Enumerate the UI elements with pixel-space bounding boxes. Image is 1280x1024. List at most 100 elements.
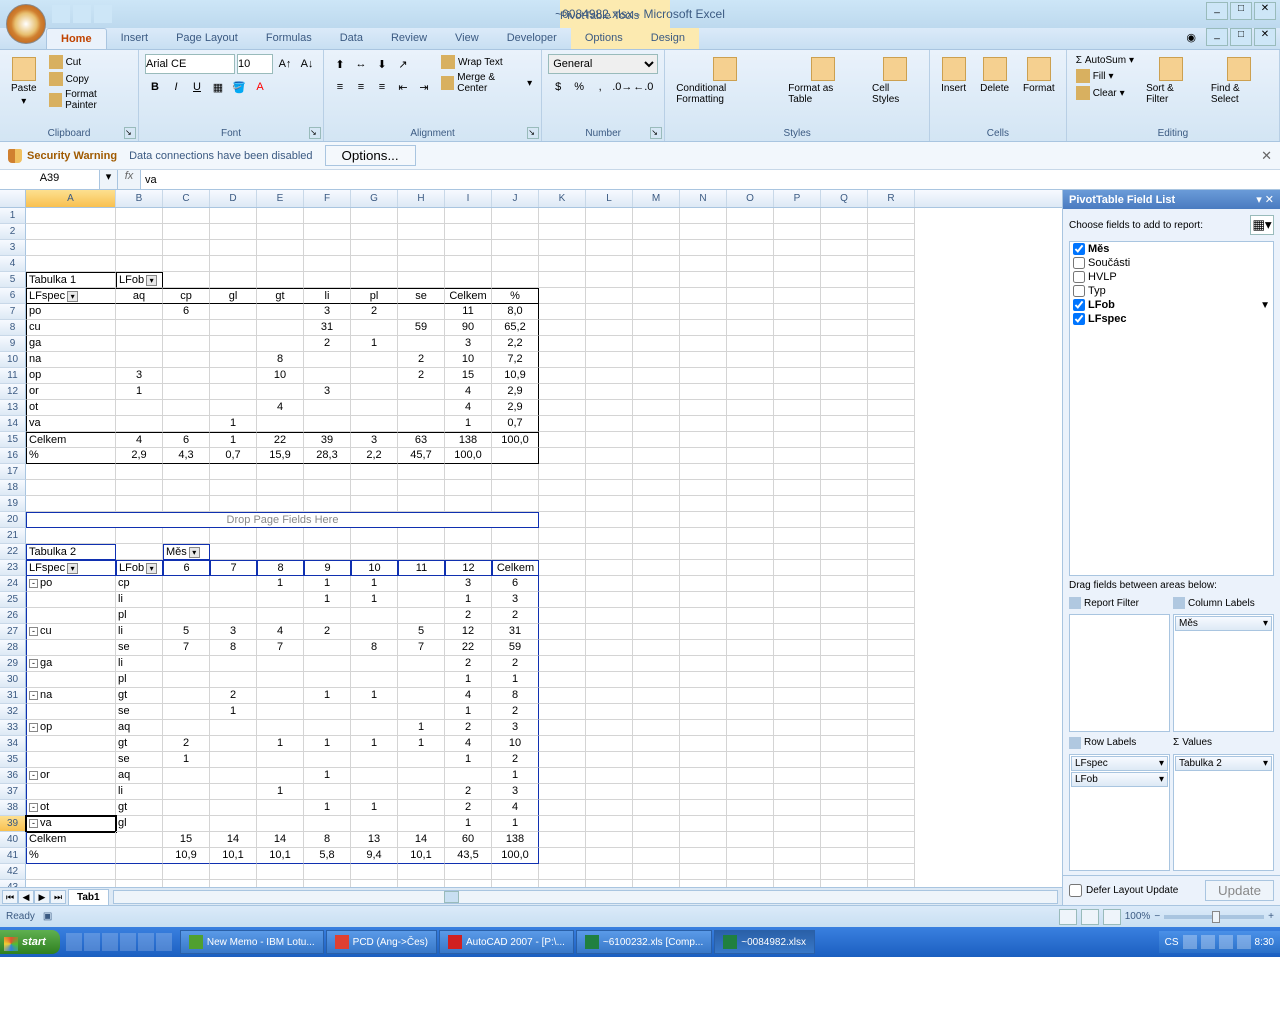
cell[interactable] [774, 400, 821, 416]
cell[interactable] [116, 496, 163, 512]
cell[interactable] [116, 304, 163, 320]
cell[interactable] [868, 560, 915, 576]
cell[interactable] [586, 576, 633, 592]
cell[interactable]: -or [26, 768, 116, 784]
cell[interactable] [633, 880, 680, 887]
cell[interactable]: 13 [351, 832, 398, 848]
col-header[interactable]: E [257, 190, 304, 207]
cell[interactable] [727, 400, 774, 416]
cell[interactable]: 15 [163, 832, 210, 848]
cell[interactable] [633, 544, 680, 560]
cell[interactable] [868, 464, 915, 480]
cell[interactable] [680, 464, 727, 480]
cell[interactable] [633, 688, 680, 704]
cell[interactable] [210, 464, 257, 480]
cell[interactable]: 1 [163, 752, 210, 768]
cell[interactable] [868, 608, 915, 624]
col-header[interactable]: Q [821, 190, 868, 207]
cell[interactable] [304, 816, 351, 832]
cell[interactable] [680, 736, 727, 752]
cell[interactable]: 2 [304, 624, 351, 640]
cell[interactable] [774, 384, 821, 400]
comma-format-button[interactable]: , [590, 77, 610, 97]
cell[interactable]: 8 [257, 352, 304, 368]
cell[interactable] [351, 256, 398, 272]
cell[interactable] [774, 208, 821, 224]
cell[interactable] [351, 320, 398, 336]
cell[interactable] [774, 720, 821, 736]
cell[interactable]: 2 [351, 304, 398, 320]
cell[interactable]: Tabulka 1 [26, 272, 116, 288]
cell[interactable] [351, 352, 398, 368]
cell[interactable] [163, 320, 210, 336]
cell[interactable]: cp [163, 288, 210, 304]
cell[interactable] [633, 400, 680, 416]
cell[interactable]: -va [26, 816, 116, 832]
cell[interactable]: 90 [445, 320, 492, 336]
cell[interactable] [398, 480, 445, 496]
cell[interactable]: 15,9 [257, 448, 304, 464]
cell[interactable]: 4 [445, 400, 492, 416]
cell[interactable]: 31 [304, 320, 351, 336]
cell[interactable]: 2,9 [116, 448, 163, 464]
update-button[interactable]: Update [1205, 880, 1274, 901]
cell[interactable] [680, 512, 727, 528]
cell[interactable] [210, 368, 257, 384]
fill-button[interactable]: Fill ▾ [1073, 68, 1137, 84]
cell[interactable]: 8,0 [492, 304, 539, 320]
cell[interactable] [539, 352, 586, 368]
zoom-in-button[interactable]: + [1268, 911, 1274, 922]
row-header[interactable]: 22 [0, 544, 26, 560]
cell[interactable]: Měs▾ [163, 544, 210, 560]
taskbar-item[interactable]: ~6100232.xls [Comp... [576, 930, 712, 954]
cell[interactable] [26, 640, 116, 656]
cell[interactable]: 4 [445, 688, 492, 704]
cell[interactable] [210, 224, 257, 240]
cell[interactable] [633, 288, 680, 304]
cell[interactable] [774, 576, 821, 592]
font-dialog-launcher[interactable]: ↘ [309, 127, 321, 139]
start-button[interactable]: start [0, 930, 60, 954]
cell[interactable] [257, 688, 304, 704]
cell[interactable] [539, 256, 586, 272]
tab-design[interactable]: Design [637, 28, 699, 49]
row-header[interactable]: 20 [0, 512, 26, 528]
cell[interactable]: -na [26, 688, 116, 704]
cell[interactable] [680, 848, 727, 864]
row-header[interactable]: 32 [0, 704, 26, 720]
cell[interactable]: 10 [445, 352, 492, 368]
cell[interactable] [586, 752, 633, 768]
cell[interactable] [821, 464, 868, 480]
report-filter-area[interactable] [1069, 614, 1170, 732]
cell[interactable] [539, 496, 586, 512]
col-header[interactable]: P [774, 190, 821, 207]
format-painter-button[interactable]: Format Painter [46, 88, 132, 112]
cell[interactable] [868, 656, 915, 672]
field-checkbox[interactable] [1073, 257, 1085, 269]
cell[interactable]: 8 [351, 640, 398, 656]
cell[interactable]: 14 [257, 832, 304, 848]
clear-button[interactable]: Clear ▾ [1073, 85, 1137, 101]
cell[interactable] [774, 496, 821, 512]
restore-button[interactable]: □ [1230, 2, 1252, 20]
col-header[interactable]: K [539, 190, 586, 207]
cell[interactable]: 7 [257, 640, 304, 656]
cell[interactable] [680, 640, 727, 656]
cell[interactable] [633, 640, 680, 656]
cell[interactable]: 4,3 [163, 448, 210, 464]
cell[interactable]: 4 [445, 736, 492, 752]
cell[interactable]: cu [26, 320, 116, 336]
cell[interactable] [727, 432, 774, 448]
cell[interactable]: 6 [163, 304, 210, 320]
cell[interactable] [586, 496, 633, 512]
cell[interactable]: 59 [398, 320, 445, 336]
cell[interactable] [116, 400, 163, 416]
cell[interactable] [492, 496, 539, 512]
cell[interactable] [727, 784, 774, 800]
cell[interactable]: 1 [257, 784, 304, 800]
cell[interactable] [163, 768, 210, 784]
cell[interactable] [163, 528, 210, 544]
cell[interactable] [727, 368, 774, 384]
cell[interactable] [163, 256, 210, 272]
cell[interactable] [821, 256, 868, 272]
